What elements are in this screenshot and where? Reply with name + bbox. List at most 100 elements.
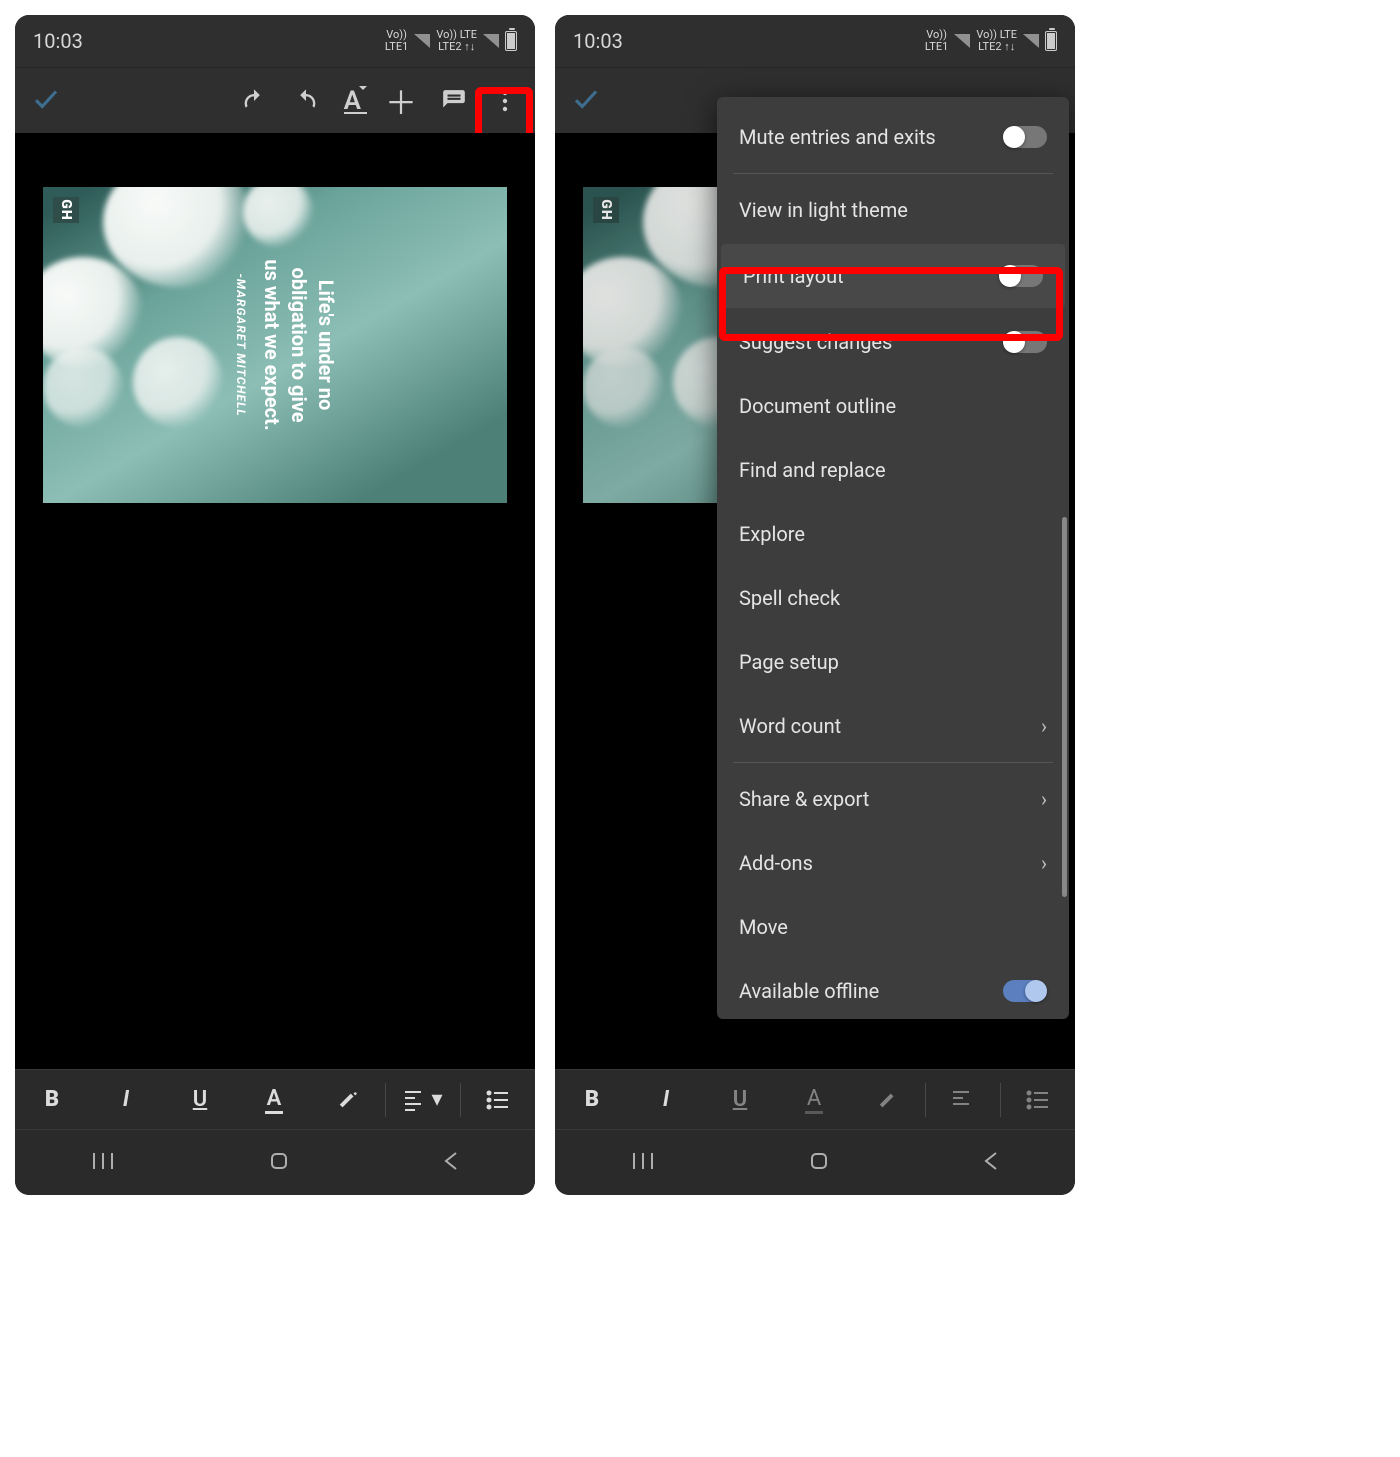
underline-button[interactable]: U bbox=[703, 1070, 777, 1129]
highlight-button[interactable] bbox=[851, 1070, 925, 1129]
menu-label: Move bbox=[739, 915, 788, 939]
format-toolbar: B I U A bbox=[555, 1069, 1075, 1129]
battery-icon bbox=[505, 31, 517, 51]
toggle-off-icon[interactable] bbox=[999, 265, 1043, 287]
flower-petal-icon bbox=[103, 187, 253, 287]
network-2-icon: Vo)) LTELTE2 ↑↓ bbox=[436, 29, 477, 53]
menu-label: Mute entries and exits bbox=[739, 125, 936, 149]
quote-line: obligation to give bbox=[285, 267, 312, 422]
app-toolbar: A ＋ bbox=[15, 67, 535, 133]
highlight-button[interactable] bbox=[311, 1070, 385, 1129]
divider bbox=[733, 762, 1053, 763]
text-color-button[interactable]: A bbox=[237, 1070, 311, 1129]
quote-image[interactable]: GH Life's under no obligation to give us… bbox=[43, 187, 507, 503]
menu-mute[interactable]: Mute entries and exits bbox=[717, 105, 1069, 169]
signal-1-icon bbox=[414, 34, 430, 48]
flower-petal-icon bbox=[43, 347, 123, 427]
menu-label: Page setup bbox=[739, 650, 839, 674]
clock: 10:03 bbox=[573, 29, 623, 53]
signal-1-icon bbox=[954, 34, 970, 48]
quote-line: us what we expect. bbox=[258, 259, 285, 430]
menu-word-count[interactable]: Word count › bbox=[717, 694, 1069, 758]
recents-nav-icon[interactable] bbox=[630, 1151, 656, 1175]
network-2-icon: Vo)) LTELTE2 ↑↓ bbox=[976, 29, 1017, 53]
done-check-icon[interactable] bbox=[31, 84, 61, 114]
format-toolbar: B I U A ▾ bbox=[15, 1069, 535, 1129]
signal-2-icon bbox=[483, 34, 499, 48]
menu-label: Share & export bbox=[739, 787, 869, 811]
menu-spell-check[interactable]: Spell check bbox=[717, 566, 1069, 630]
bullet-list-button[interactable] bbox=[1001, 1070, 1075, 1129]
status-bar: 10:03 Vo))LTE1 Vo)) LTELTE2 ↑↓ bbox=[555, 15, 1075, 67]
align-button[interactable] bbox=[926, 1070, 1000, 1129]
menu-explore[interactable]: Explore bbox=[717, 502, 1069, 566]
undo-icon[interactable] bbox=[240, 87, 268, 115]
home-nav-icon[interactable] bbox=[267, 1149, 291, 1177]
menu-label: Available offline bbox=[739, 979, 879, 1003]
underline-button[interactable]: U bbox=[163, 1070, 237, 1129]
add-icon[interactable]: ＋ bbox=[385, 78, 417, 124]
menu-label: Find and replace bbox=[739, 458, 886, 482]
toggle-on-icon[interactable] bbox=[1003, 980, 1047, 1002]
comment-icon[interactable] bbox=[441, 88, 467, 114]
menu-label: Print layout bbox=[743, 264, 844, 288]
scroll-indicator bbox=[1062, 517, 1067, 897]
gh-badge: GH bbox=[593, 197, 619, 223]
done-check-icon[interactable] bbox=[571, 84, 601, 114]
back-nav-icon[interactable] bbox=[442, 1149, 460, 1177]
overflow-menu: Mute entries and exits View in light the… bbox=[717, 97, 1069, 1019]
document-area[interactable]: GH Life's under no obligation to give us… bbox=[15, 133, 535, 1069]
network-1-icon: Vo))LTE1 bbox=[385, 29, 408, 53]
italic-button[interactable]: I bbox=[89, 1070, 163, 1129]
menu-label: Explore bbox=[739, 522, 805, 546]
chevron-right-icon: › bbox=[1041, 787, 1047, 811]
bold-button[interactable]: B bbox=[555, 1070, 629, 1129]
flower-petal-icon bbox=[133, 337, 223, 427]
nav-bar bbox=[555, 1129, 1075, 1195]
status-right: Vo))LTE1 Vo)) LTELTE2 ↑↓ bbox=[925, 29, 1057, 53]
bullet-list-button[interactable] bbox=[461, 1070, 535, 1129]
menu-label: Spell check bbox=[739, 586, 840, 610]
menu-available-offline[interactable]: Available offline bbox=[717, 959, 1069, 1011]
toggle-off-icon[interactable] bbox=[1003, 331, 1047, 353]
nav-bar bbox=[15, 1129, 535, 1195]
back-nav-icon[interactable] bbox=[982, 1149, 1000, 1177]
align-button[interactable]: ▾ bbox=[386, 1070, 460, 1129]
battery-icon bbox=[1045, 31, 1057, 51]
home-nav-icon[interactable] bbox=[807, 1149, 831, 1177]
menu-label: Add-ons bbox=[739, 851, 813, 875]
gh-badge: GH bbox=[53, 197, 79, 223]
network-1-icon: Vo))LTE1 bbox=[925, 29, 948, 53]
text-format-icon[interactable]: A bbox=[344, 86, 361, 116]
quote-text: Life's under no obligation to give us wh… bbox=[234, 270, 507, 420]
menu-suggest-changes[interactable]: Suggest changes bbox=[717, 310, 1069, 374]
text-color-button[interactable]: A bbox=[777, 1070, 851, 1129]
menu-label: Word count bbox=[739, 714, 841, 738]
phone-right: 10:03 Vo))LTE1 Vo)) LTELTE2 ↑↓ GH bbox=[555, 15, 1075, 1195]
redo-icon[interactable] bbox=[292, 87, 320, 115]
menu-page-setup[interactable]: Page setup bbox=[717, 630, 1069, 694]
signal-2-icon bbox=[1023, 34, 1039, 48]
more-icon[interactable] bbox=[491, 89, 519, 113]
flower-petal-icon bbox=[583, 347, 663, 427]
menu-share-export[interactable]: Share & export › bbox=[717, 767, 1069, 831]
menu-move[interactable]: Move bbox=[717, 895, 1069, 959]
flower-petal-icon bbox=[243, 187, 313, 247]
menu-find-replace[interactable]: Find and replace bbox=[717, 438, 1069, 502]
menu-light-theme[interactable]: View in light theme bbox=[717, 178, 1069, 242]
bold-button[interactable]: B bbox=[15, 1070, 89, 1129]
menu-addons[interactable]: Add-ons › bbox=[717, 831, 1069, 895]
italic-button[interactable]: I bbox=[629, 1070, 703, 1129]
menu-print-layout[interactable]: Print layout bbox=[721, 244, 1065, 308]
quote-author: -MARGARET MITCHELL bbox=[234, 273, 248, 416]
menu-label: Document outline bbox=[739, 394, 896, 418]
divider bbox=[733, 173, 1053, 174]
phone-left: 10:03 Vo))LTE1 Vo)) LTELTE2 ↑↓ A ＋ bbox=[15, 15, 535, 1195]
recents-nav-icon[interactable] bbox=[90, 1151, 116, 1175]
status-right: Vo))LTE1 Vo)) LTELTE2 ↑↓ bbox=[385, 29, 517, 53]
menu-document-outline[interactable]: Document outline bbox=[717, 374, 1069, 438]
toggle-off-icon[interactable] bbox=[1003, 126, 1047, 148]
status-bar: 10:03 Vo))LTE1 Vo)) LTELTE2 ↑↓ bbox=[15, 15, 535, 67]
clock: 10:03 bbox=[33, 29, 83, 53]
quote-line: Life's under no bbox=[312, 280, 339, 411]
